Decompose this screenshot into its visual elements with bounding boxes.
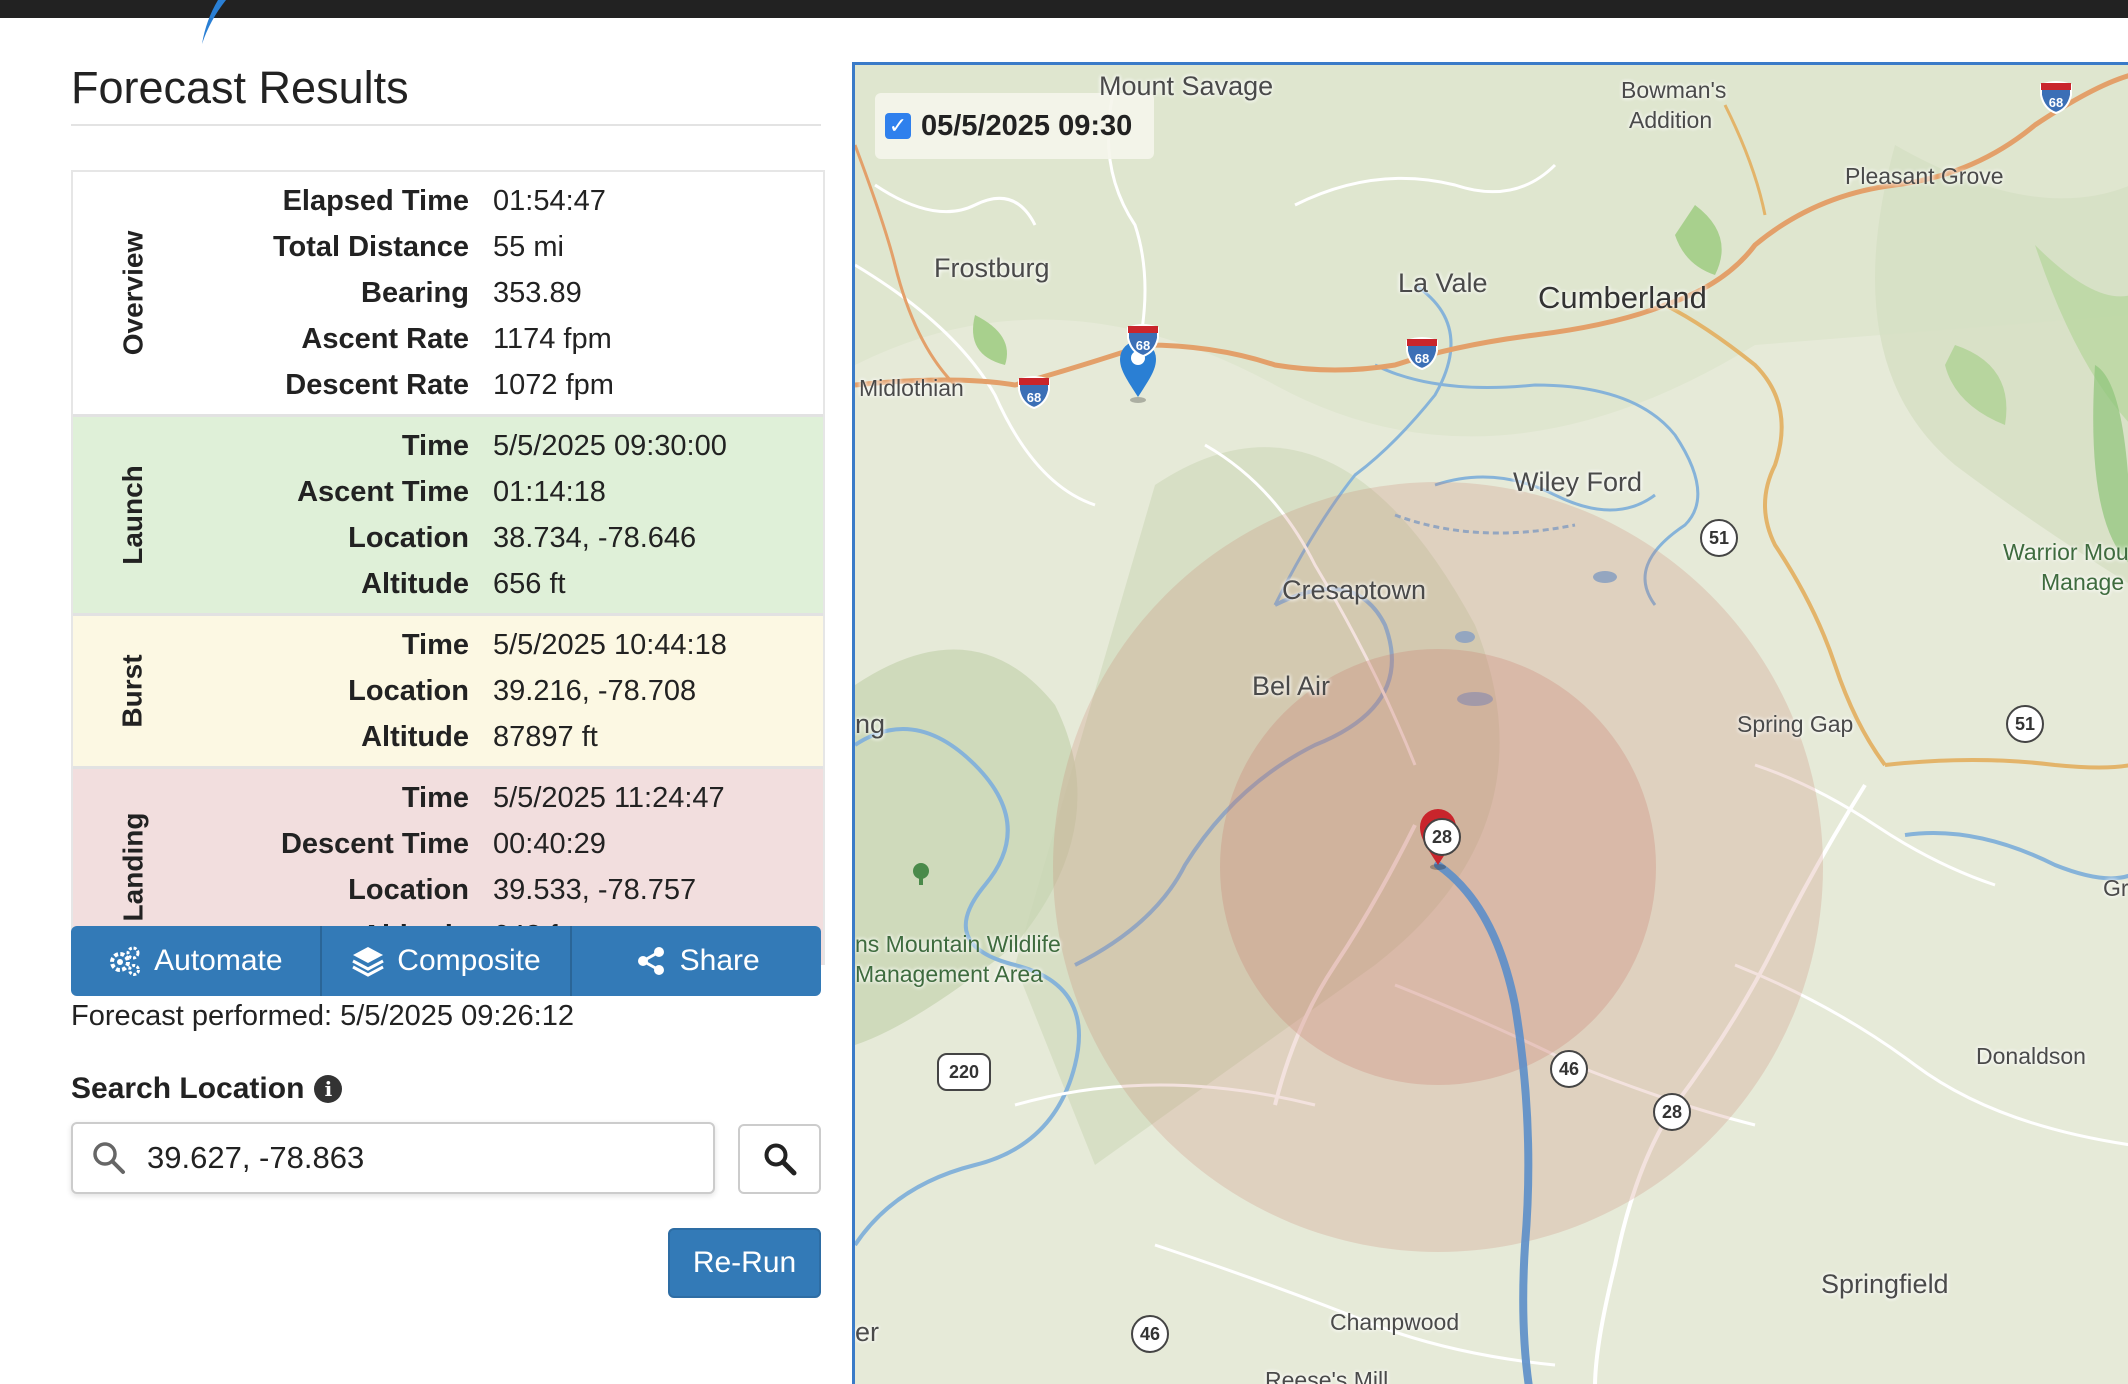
place-cumberland: Cumberland — [1538, 280, 1707, 315]
burst-group: Burst Time 5/5/2025 10:44:18 Location 39.21… — [73, 616, 823, 769]
result-value: 55 mi — [493, 230, 564, 263]
result-value: 1072 fpm — [493, 368, 614, 401]
composite-button[interactable]: Composite — [322, 926, 573, 996]
us-220-shield: 220 — [937, 1053, 991, 1091]
place-bowmans-addition-1: Bowman's — [1621, 77, 1727, 103]
time-layer-toggle[interactable]: ✓ 05/5/2025 09:30 — [875, 93, 1155, 159]
rerun-button[interactable]: Re-Run — [668, 1228, 821, 1298]
result-value: 39.216, -78.708 — [493, 674, 697, 707]
place-wildlife-area-1: ns Mountain Wildlife — [855, 931, 1061, 957]
composite-label: Composite — [397, 944, 541, 977]
top-navbar — [0, 0, 2128, 18]
result-value: 00:40:29 — [493, 827, 606, 860]
gears-icon — [110, 946, 141, 976]
overview-label: Overview — [117, 230, 148, 356]
place-bowmans-addition-2: Addition — [1629, 107, 1713, 133]
place-la-vale: La Vale — [1398, 268, 1488, 298]
search-location-label: Search Location — [71, 1072, 305, 1105]
route-51-shield-1: 51 — [1700, 519, 1738, 557]
interstate-68-shield-1: 68 — [1125, 322, 1161, 358]
search-location-input[interactable] — [145, 1139, 689, 1177]
automate-button[interactable]: Automate — [71, 926, 322, 996]
share-label: Share — [679, 944, 760, 977]
svg-text:68: 68 — [1136, 338, 1150, 353]
route-28-shield-2: 28 — [1653, 1093, 1691, 1131]
forecast-performed-text: Forecast performed: 5/5/2025 09:26:12 — [71, 1000, 574, 1032]
overview-group: Overview Elapsed Time 01:54:47 Total Dista… — [73, 172, 823, 417]
place-ng: ng — [855, 709, 886, 739]
search-icon — [764, 1143, 796, 1176]
map-view[interactable]: ✓ 05/5/2025 09:30 Mount Savage Bowman's … — [852, 62, 2128, 1384]
place-warrior-mountain-1: Warrior Mou — [2003, 539, 2128, 565]
svg-text:68: 68 — [2049, 95, 2063, 110]
logo-swoosh-icon — [202, 0, 226, 44]
place-frostburg: Frostburg — [934, 253, 1050, 283]
result-value: 1174 fpm — [493, 322, 612, 355]
place-wiley-ford: Wiley Ford — [1513, 467, 1643, 497]
place-mount-savage: Mount Savage — [1099, 71, 1274, 101]
route-46-shield-1: 46 — [1550, 1050, 1588, 1088]
page-title: Forecast Results — [71, 62, 409, 113]
svg-text:68: 68 — [1027, 390, 1041, 405]
place-champwood: Champwood — [1330, 1309, 1460, 1335]
launch-group: Launch Time 5/5/2025 09:30:00 Ascent Time 0… — [73, 417, 823, 616]
result-value: 656 ft — [493, 567, 566, 600]
result-value: 5/5/2025 11:24:47 — [493, 781, 725, 814]
interstate-68-shield-2: 68 — [1016, 374, 1052, 410]
launch-label: Launch — [117, 465, 148, 565]
share-icon — [637, 947, 664, 975]
action-button-group: Automate Composite Share — [71, 926, 821, 996]
result-value: 01:14:18 — [493, 475, 606, 508]
search-location-heading: Search Location i — [71, 1072, 343, 1106]
result-value: 353.89 — [493, 276, 582, 309]
result-value: 01:54:47 — [493, 184, 606, 217]
search-button[interactable] — [738, 1124, 821, 1194]
route-28-shield-1: 28 — [1423, 818, 1461, 856]
burst-label: Burst — [117, 654, 148, 728]
place-midlothian: Midlothian — [859, 375, 964, 401]
route-46-shield-2: 46 — [1131, 1315, 1169, 1353]
place-er: er — [855, 1317, 880, 1347]
place-reeses-mill: Reese's Mill — [1265, 1367, 1389, 1384]
place-springfield: Springfield — [1821, 1269, 1949, 1299]
interstate-68-shield-3: 68 — [1404, 335, 1440, 371]
result-value: 5/5/2025 10:44:18 — [493, 628, 727, 661]
time-layer-label: 05/5/2025 09:30 — [921, 109, 1133, 142]
place-warrior-mountain-2: Manage — [2041, 569, 2125, 595]
share-button[interactable]: Share — [572, 926, 821, 996]
place-gr: Gr — [2103, 875, 2128, 901]
interstate-68-shield-4: 68 — [2038, 79, 2074, 115]
info-icon[interactable]: i — [314, 1075, 343, 1103]
place-cresaptown: Cresaptown — [1282, 575, 1427, 605]
landing-label: Landing — [117, 812, 148, 922]
checkbox-checked-icon[interactable]: ✓ — [885, 113, 911, 139]
svg-text:68: 68 — [1415, 351, 1429, 366]
forecast-results-table: Overview Elapsed Time 01:54:47 Total Dista… — [71, 170, 825, 965]
search-icon — [93, 1142, 125, 1174]
place-bel-air: Bel Air — [1252, 671, 1331, 701]
search-field — [71, 1122, 715, 1194]
title-divider — [71, 124, 821, 126]
place-donaldson: Donaldson — [1976, 1043, 2086, 1069]
place-pleasant-grove: Pleasant Grove — [1845, 163, 2004, 189]
result-value: 38.734, -78.646 — [493, 521, 697, 554]
result-value: 87897 ft — [493, 720, 598, 753]
place-wildlife-area-2: Management Area — [855, 961, 1043, 987]
place-spring-gap: Spring Gap — [1737, 711, 1854, 737]
result-value: 39.533, -78.757 — [493, 873, 697, 906]
layers-icon — [352, 947, 385, 977]
route-51-shield-2: 51 — [2006, 705, 2044, 743]
automate-label: Automate — [154, 944, 283, 977]
result-value: 5/5/2025 09:30:00 — [493, 429, 727, 462]
